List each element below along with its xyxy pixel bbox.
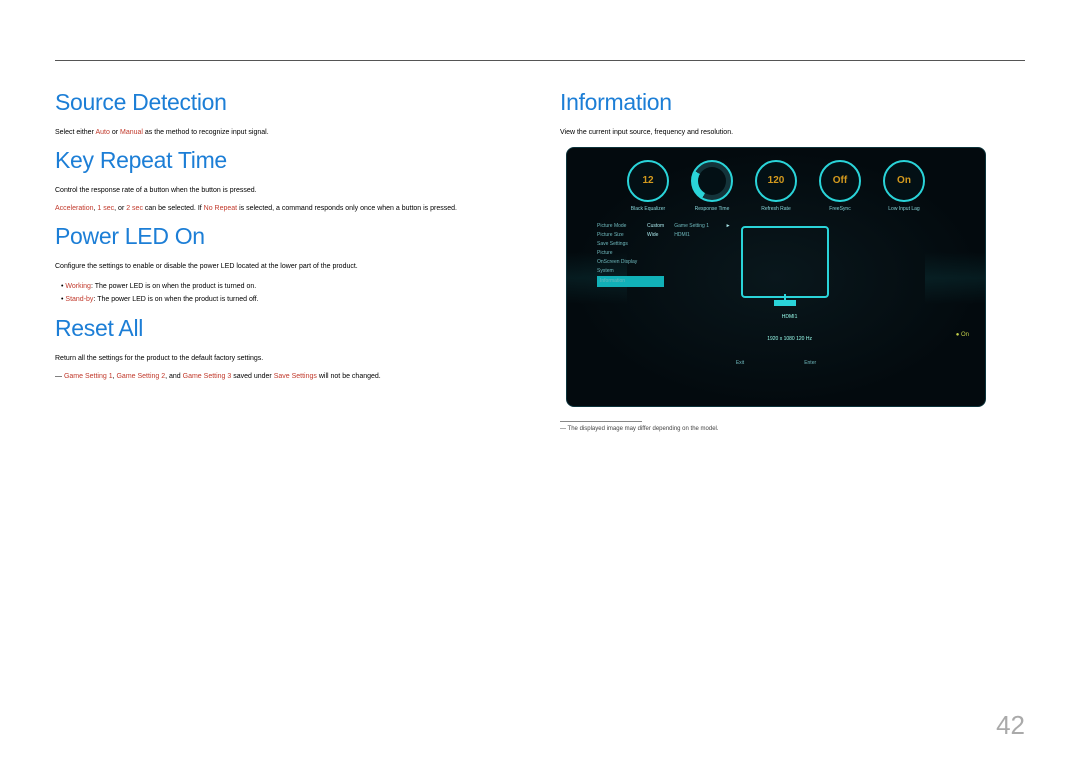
osd-bottom-row: Exit Enter — [567, 360, 985, 366]
footnote-rule — [560, 421, 642, 422]
heading-key-repeat: Key Repeat Time — [55, 147, 520, 174]
reset-all-footnote: ― Game Setting 1, Game Setting 2, and Ga… — [55, 372, 520, 383]
osd-middle: Picture ModeCustom Picture SizeWide Save… — [567, 212, 985, 346]
key-repeat-body2: Acceleration, 1 sec, or 2 sec can be sel… — [55, 204, 520, 215]
key-repeat-body1: Control the response rate of a button wh… — [55, 186, 520, 197]
page-number: 42 — [996, 710, 1025, 741]
heading-reset-all: Reset All — [55, 315, 520, 342]
circle-refresh-rate: 120 — [755, 160, 797, 202]
circle-freesync: Off — [819, 160, 861, 202]
osd-enter-label: Enter — [804, 360, 816, 366]
information-footnote: ― The displayed image may differ dependi… — [560, 426, 1025, 432]
osd-circles-row: 12 120 Off On — [567, 148, 985, 202]
information-intro: View the current input source, frequency… — [560, 128, 1025, 139]
right-column: Information View the current input sourc… — [560, 81, 1025, 432]
osd-info-panel: 12 120 Off On Black Equalizer Response T… — [566, 147, 986, 407]
osd-resolution: 1920 x 1080 120 Hz — [741, 336, 839, 342]
osd-on-indicator: ● On — [956, 332, 969, 338]
osd-right-list: Game Setting 1 ► HDMI1 — [674, 222, 730, 342]
osd-left-list: Picture ModeCustom Picture SizeWide Save… — [597, 222, 664, 342]
circle-low-input-lag: On — [883, 160, 925, 202]
circle-black-equalizer: 12 — [627, 160, 669, 202]
power-led-list: Working: The power LED is on when the pr… — [61, 280, 520, 307]
reset-all-text: Return all the settings for the product … — [55, 354, 520, 365]
circle-response-time — [691, 160, 733, 202]
left-column: Source Detection Select either Auto or M… — [55, 81, 520, 432]
monitor-icon: HDMI1 1920 x 1080 120 Hz — [741, 222, 839, 342]
heading-power-led: Power LED On — [55, 223, 520, 250]
osd-port: HDMI1 — [741, 314, 839, 320]
osd-exit-label: Exit — [736, 360, 744, 366]
heading-information: Information — [560, 89, 1025, 116]
top-rule — [55, 60, 1025, 61]
source-detection-text: Select either Auto or Manual as the meth… — [55, 128, 520, 139]
heading-source-detection: Source Detection — [55, 89, 520, 116]
power-led-text: Configure the settings to enable or disa… — [55, 262, 520, 273]
